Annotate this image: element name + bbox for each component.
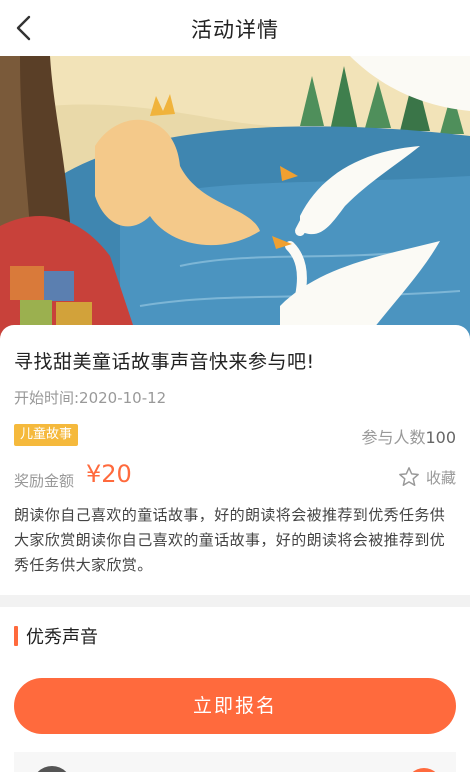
activity-banner-image: [0, 56, 470, 346]
favorite-button[interactable]: 收藏: [398, 465, 456, 489]
activity-title: 寻找甜美童话故事声音快来参与吧!: [14, 351, 315, 373]
reward-amount: ¥20: [86, 460, 132, 488]
nav-bar: 活动详情: [0, 0, 470, 56]
voice-list-item[interactable]: [14, 752, 456, 772]
participants-number: 100: [425, 428, 456, 447]
activity-description: 朗读你自己喜欢的童话故事，好的朗读将会被推荐到优秀任务供大家欣赏朗读你自己喜欢的…: [14, 506, 446, 574]
signup-button[interactable]: 立即报名: [14, 678, 456, 734]
section-accent-bar: [14, 626, 18, 646]
category-tag: 儿童故事: [14, 424, 79, 446]
favorite-label: 收藏: [425, 468, 456, 487]
star-icon: [399, 467, 419, 486]
participants-label: 参与人数: [361, 428, 426, 447]
page-title: 活动详情: [191, 18, 279, 42]
avatar: [32, 766, 72, 772]
play-button[interactable]: [406, 768, 442, 772]
section-title: 优秀声音: [26, 627, 98, 648]
participants-count: 参与人数100: [361, 424, 456, 448]
activity-info-card: 寻找甜美童话故事声音快来参与吧! 开始时间:2020-10-12 儿童故事 参与…: [0, 325, 470, 595]
reward-label: 奖励金额: [14, 472, 75, 490]
start-time: 开始时间:2020-10-12: [14, 389, 167, 407]
